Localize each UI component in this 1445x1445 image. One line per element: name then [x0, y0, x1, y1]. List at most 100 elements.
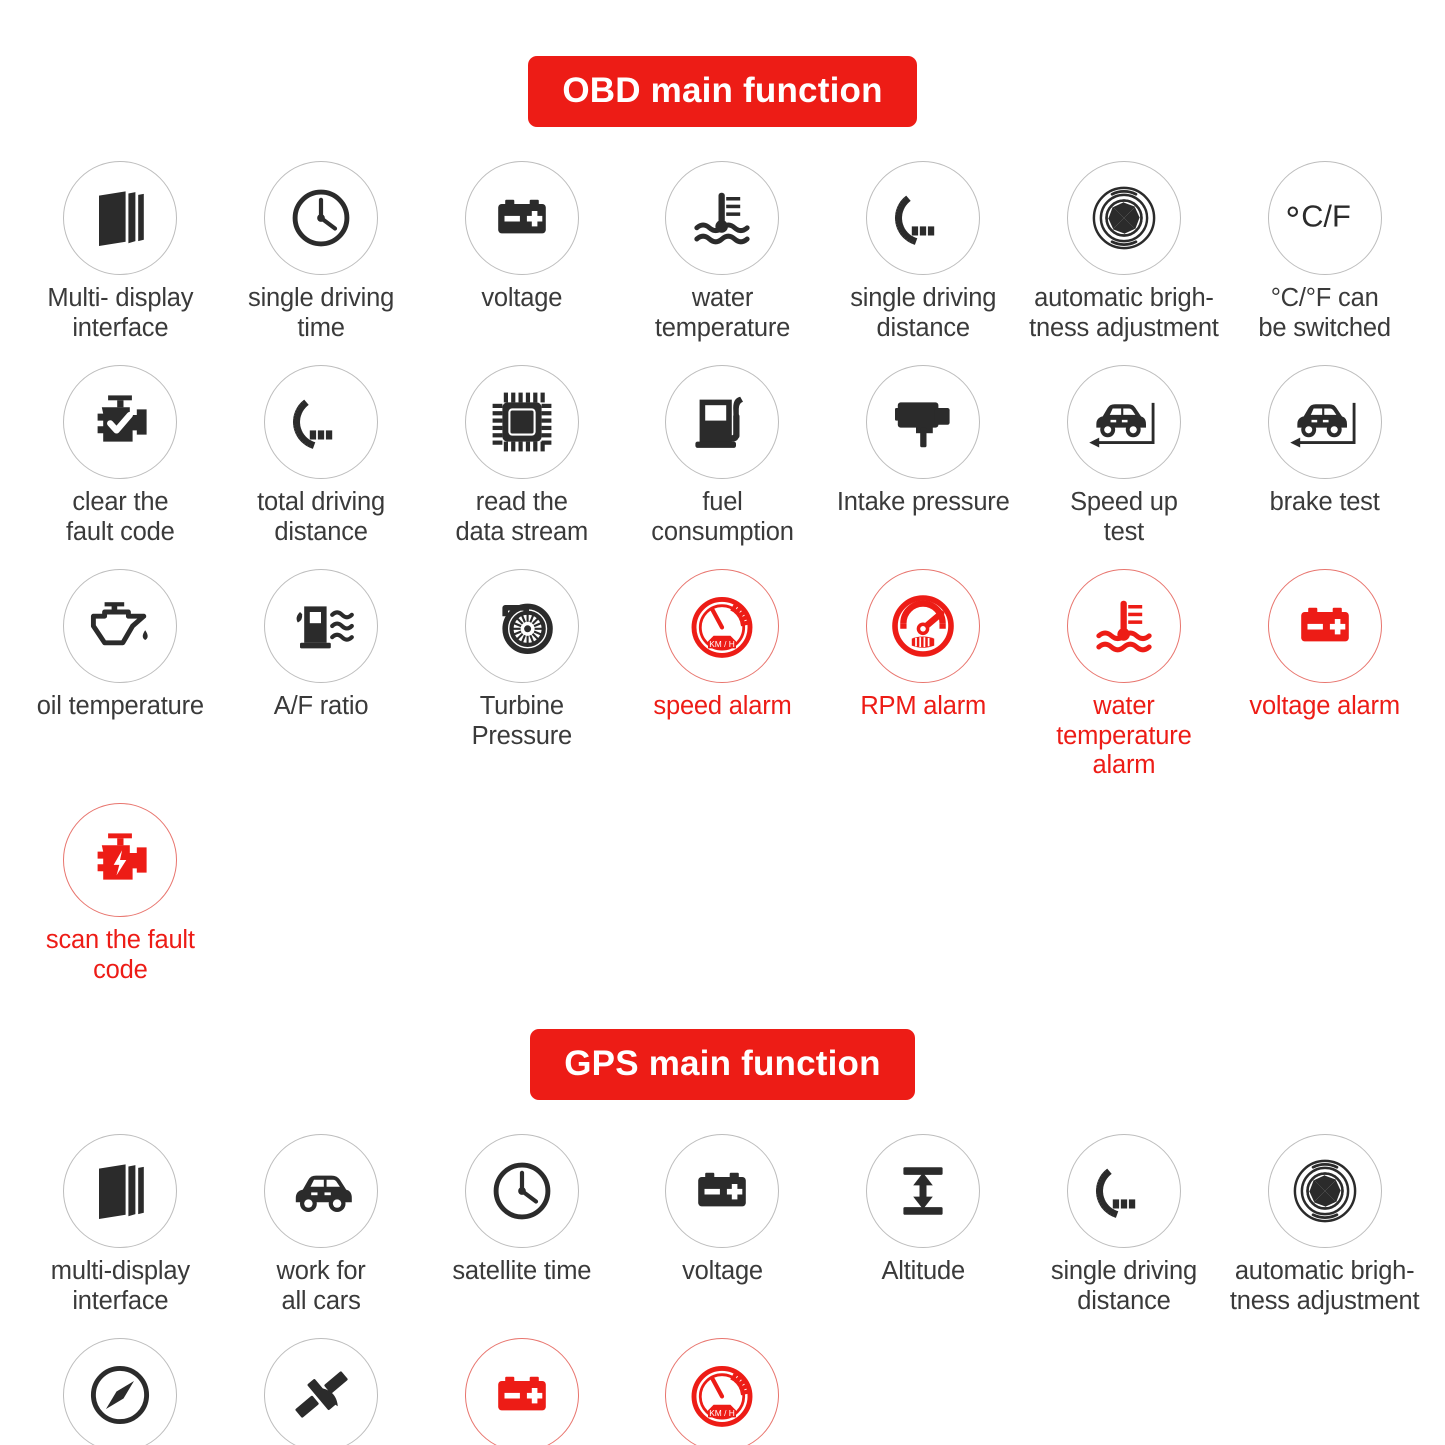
feature-item-altitude: Altitude — [823, 1134, 1024, 1316]
feature-item-turbine: Turbine Pressure — [421, 569, 622, 781]
feature-label: brake test — [1269, 488, 1380, 517]
battery-icon — [665, 1134, 780, 1249]
celsius-fahrenheit-icon: C/F — [1267, 161, 1382, 275]
feature-item-compass: compass — [20, 1338, 221, 1445]
feature-item-car-brake: brake test — [1224, 365, 1425, 547]
feature-item-car-accelerate: Speed up test — [1024, 365, 1225, 547]
speedometer-alarm-icon: KM / H — [665, 1338, 780, 1445]
feature-item-clock: satellite time — [421, 1134, 622, 1316]
feature-item-car: work for all cars — [221, 1134, 422, 1316]
feature-item-clock: single driving time — [221, 161, 422, 343]
feature-item-engine-scan: scan the fault code — [20, 803, 221, 985]
feature-label: satellite time — [452, 1257, 592, 1286]
feature-item-odometer: single driving distance — [1024, 1134, 1225, 1316]
feature-item-air-fuel-ratio: A/F ratio — [221, 569, 422, 781]
feature-label: total driving distance — [257, 488, 385, 546]
feature-label: water temperature alarm — [1056, 692, 1192, 780]
obd-row-4: scan the fault code — [20, 803, 1425, 985]
satellite-icon — [264, 1338, 379, 1445]
feature-item-battery: voltage — [622, 1134, 823, 1316]
feature-item-celsius-fahrenheit: C/F °C/°F can be switched — [1224, 161, 1425, 343]
turbine-icon — [464, 569, 579, 684]
gps-title-pill: GPS main function — [530, 1029, 915, 1101]
feature-label: automatic brigh- tness adjustment — [1029, 284, 1219, 342]
feature-label: Turbine Pressure — [471, 692, 573, 750]
feature-item-battery-alarm: voltage alarm — [421, 1338, 622, 1445]
intake-pressure-sensor-icon — [866, 365, 981, 480]
water-temperature-alarm-icon — [1066, 569, 1181, 684]
battery-icon — [464, 161, 579, 275]
obd-section-header: OBD main function — [0, 0, 1445, 127]
feature-label: water temperature — [654, 284, 791, 342]
car-brake-icon — [1267, 365, 1382, 480]
feature-item-satellite: satellite number — [221, 1338, 422, 1445]
svg-text:KM / H: KM / H — [710, 639, 736, 649]
car-icon — [264, 1134, 379, 1249]
gps-section-header: GPS main function — [0, 985, 1445, 1101]
fuel-pump-icon — [665, 365, 780, 480]
feature-label: single driving distance — [1050, 1257, 1197, 1315]
feature-label: single driving distance — [850, 284, 997, 342]
engine-check-icon — [63, 365, 178, 480]
feature-label: Intake pressure — [836, 488, 1010, 517]
feature-item-odometer: total driving distance — [221, 365, 422, 547]
odometer-icon — [866, 161, 981, 275]
feature-label: fuel consumption — [651, 488, 794, 546]
clock-icon — [264, 161, 379, 275]
feature-label: Altitude — [881, 1257, 965, 1286]
feature-label: scan the fault code — [45, 926, 195, 984]
feature-label: multi-display interface — [50, 1257, 190, 1315]
gps-row-2: compasssatellite numbervoltage alarmKM /… — [20, 1338, 1425, 1445]
obd-row-2: clear the fault code total driving distan… — [20, 365, 1425, 547]
multi-display-interface-icon — [63, 1134, 178, 1249]
feature-infographic: OBD main function Multi- display interfa… — [0, 0, 1445, 1445]
feature-item-battery: voltage — [421, 161, 622, 343]
feature-item-speedometer-alarm: KM / H speed alarm — [622, 569, 823, 781]
feature-label: single driving time — [248, 284, 395, 342]
obd-title-pill: OBD main function — [528, 56, 917, 127]
feature-label: automatic brigh- tness adjustment — [1229, 1257, 1420, 1315]
multi-display-interface-icon — [63, 161, 178, 275]
feature-label: work for all cars — [276, 1257, 366, 1315]
battery-alarm-icon — [464, 1338, 579, 1445]
feature-label: speed alarm — [653, 692, 792, 721]
obd-row-1: Multi- display interface single driving t… — [20, 161, 1425, 343]
feature-item-battery-alarm: voltage alarm — [1224, 569, 1425, 781]
feature-item-multi-display-interface: Multi- display interface — [20, 161, 221, 343]
feature-label: RPM alarm — [860, 692, 987, 721]
feature-item-tachometer-alarm: RPM alarm — [823, 569, 1024, 781]
feature-label: voltage alarm — [1249, 692, 1400, 721]
feature-label: oil temperature — [36, 692, 204, 721]
speedometer-alarm-icon: KM / H — [665, 569, 780, 684]
compass-icon — [63, 1338, 178, 1445]
air-fuel-ratio-icon — [264, 569, 379, 684]
obd-row-3: oil temperature A/F ratio Turbine Pressure… — [20, 569, 1425, 781]
feature-label: Speed up test — [1070, 488, 1178, 546]
feature-item-speedometer-alarm: KM / Hspeed alarm — [622, 1338, 823, 1445]
odometer-icon — [1066, 1134, 1181, 1249]
feature-item-multi-display-interface: multi-display interface — [20, 1134, 221, 1316]
feature-item-water-temperature-alarm: water temperature alarm — [1024, 569, 1225, 781]
feature-label: °C/°F can be switched — [1258, 284, 1391, 342]
feature-item-chip: read the data stream — [421, 365, 622, 547]
feature-label: clear the fault code — [66, 488, 175, 546]
feature-label: voltage — [682, 1257, 763, 1286]
feature-item-water-temperature: water temperature — [622, 161, 823, 343]
feature-label: voltage — [481, 284, 563, 312]
feature-label: A/F ratio — [273, 692, 369, 721]
feature-item-intake-pressure-sensor: Intake pressure — [823, 365, 1024, 547]
battery-alarm-icon — [1267, 569, 1382, 684]
svg-text:KM / H: KM / H — [710, 1408, 736, 1418]
water-temperature-icon — [665, 161, 780, 275]
feature-label: Multi- display interface — [47, 284, 194, 342]
aperture-brightness-icon — [1066, 161, 1181, 275]
oil-can-icon — [63, 569, 178, 684]
feature-item-fuel-pump: fuel consumption — [622, 365, 823, 547]
chip-icon — [464, 365, 579, 480]
feature-item-oil-can: oil temperature — [20, 569, 221, 781]
aperture-brightness-icon — [1267, 1134, 1382, 1249]
gps-row-1: multi-display interface work for all cars… — [20, 1134, 1425, 1316]
car-accelerate-icon — [1066, 365, 1181, 480]
engine-scan-icon — [63, 803, 178, 918]
feature-label: read the data stream — [455, 488, 589, 546]
